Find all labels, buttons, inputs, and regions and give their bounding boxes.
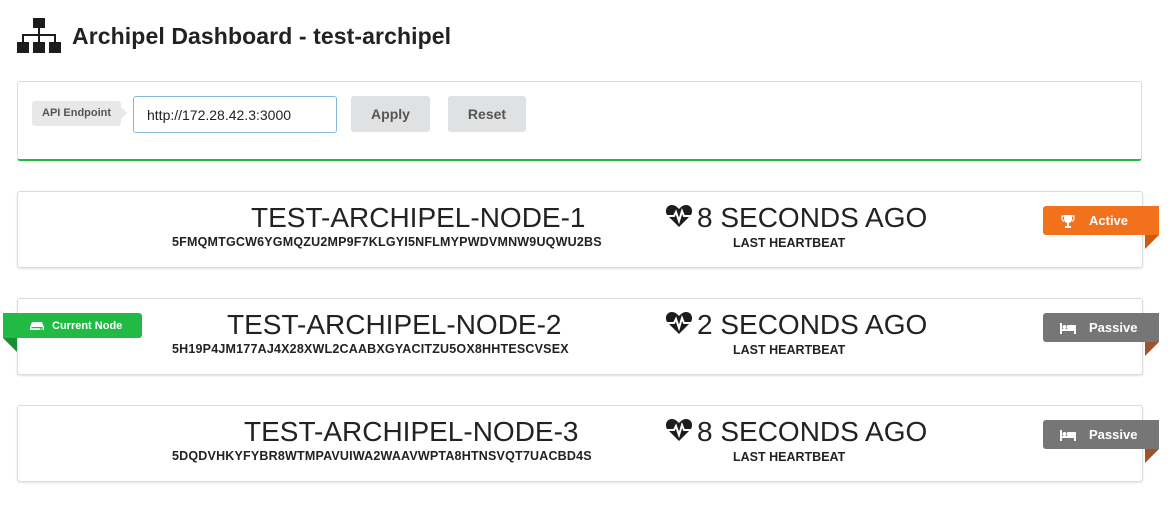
status-label: Passive bbox=[1089, 427, 1138, 442]
node-name: TEST-ARCHIPEL-NODE-1 bbox=[251, 202, 586, 233]
node-card: TEST-ARCHIPEL-NODE-1 5FMQMTGCW6YGMQZU2MP… bbox=[17, 191, 1159, 268]
node-card: TEST-ARCHIPEL-NODE-2 5H19P4JM177AJ4X28XW… bbox=[17, 298, 1159, 375]
heartbeat-time: 8 SECONDS AGO bbox=[697, 416, 928, 447]
api-endpoint-label: API Endpoint bbox=[32, 101, 128, 126]
heartbeat-icon bbox=[665, 203, 693, 234]
current-node-label: Current Node bbox=[52, 319, 123, 332]
api-endpoint-panel: API Endpoint Apply Reset bbox=[17, 81, 1142, 161]
heartbeat-label: LAST HEARTBEAT bbox=[733, 343, 846, 357]
reset-button[interactable]: Reset bbox=[448, 96, 526, 132]
bed-icon bbox=[1059, 322, 1077, 334]
node-name: TEST-ARCHIPEL-NODE-2 bbox=[227, 309, 562, 340]
status-badge: Active bbox=[1043, 206, 1159, 249]
heartbeat-label: LAST HEARTBEAT bbox=[733, 236, 846, 250]
heartbeat-time: 8 SECONDS AGO bbox=[697, 202, 928, 233]
node-id: 5H19P4JM177AJ4X28XWL2CAABXGYACITZU5OX8HH… bbox=[172, 342, 569, 356]
heartbeat: 8 SECONDS AGO bbox=[665, 416, 927, 448]
heartbeat: 2 SECONDS AGO bbox=[665, 309, 927, 341]
heartbeat-icon bbox=[665, 310, 693, 341]
trophy-icon bbox=[1059, 214, 1077, 228]
page-header: Archipel Dashboard - test-archipel bbox=[16, 14, 451, 58]
page-title: Archipel Dashboard - test-archipel bbox=[72, 22, 452, 49]
status-badge: Passive bbox=[1043, 420, 1159, 463]
heartbeat-time: 2 SECONDS AGO bbox=[697, 309, 928, 340]
api-endpoint-input[interactable] bbox=[133, 96, 337, 133]
node-id: 5FMQMTGCW6YGMQZU2MP9F7KLGYI5NFLMYPWDVMNW… bbox=[172, 235, 602, 249]
apply-button[interactable]: Apply bbox=[351, 96, 430, 132]
heartbeat-icon bbox=[665, 417, 693, 448]
sitemap-icon bbox=[16, 17, 62, 55]
node-name: TEST-ARCHIPEL-NODE-3 bbox=[244, 416, 579, 447]
node-card: TEST-ARCHIPEL-NODE-3 5DQDVHKYFYBR8WTMPAV… bbox=[17, 405, 1159, 482]
current-node-badge: Current Node bbox=[3, 313, 142, 352]
heartbeat: 8 SECONDS AGO bbox=[665, 202, 927, 234]
node-id: 5DQDVHKYFYBR8WTMPAVUIWA2WAAVWPTA8HTNSVQT… bbox=[172, 449, 592, 463]
heartbeat-label: LAST HEARTBEAT bbox=[733, 450, 846, 464]
status-label: Active bbox=[1089, 213, 1129, 228]
status-label: Passive bbox=[1089, 320, 1138, 335]
status-badge: Passive bbox=[1043, 313, 1159, 356]
bed-icon bbox=[1059, 429, 1077, 441]
hdd-icon bbox=[30, 321, 44, 331]
